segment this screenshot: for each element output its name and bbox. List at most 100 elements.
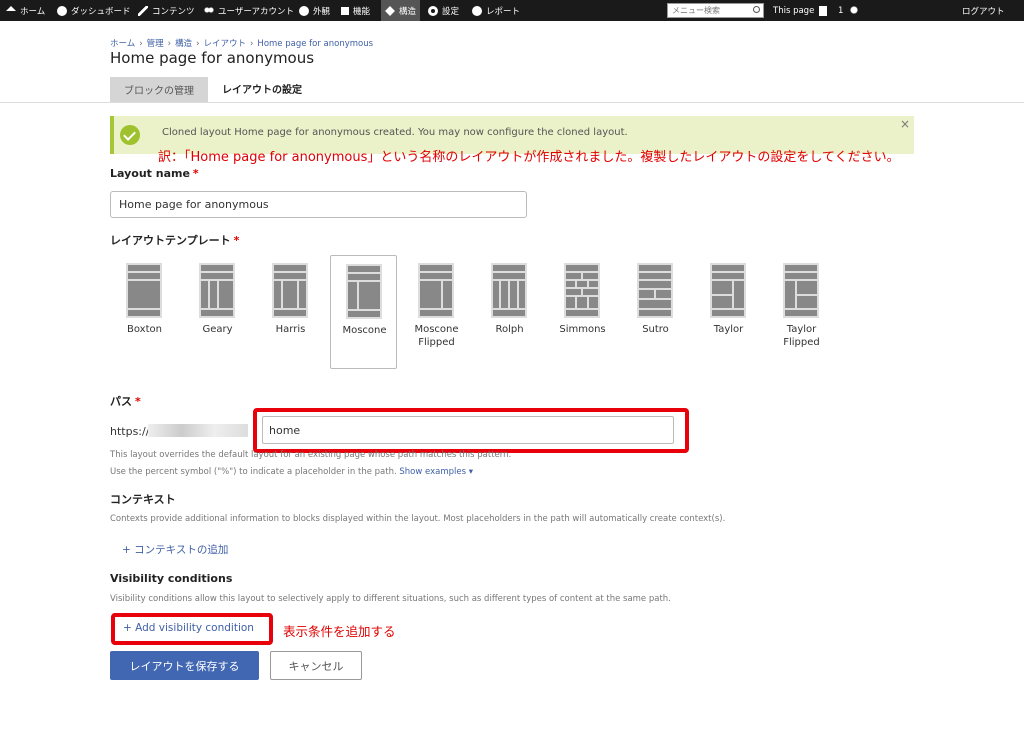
checkmark-icon (120, 125, 140, 145)
show-examples-link[interactable]: Show examples ▾ (399, 467, 473, 477)
redacted-domain (148, 424, 248, 437)
template-name: Rolph (495, 324, 524, 335)
toolbar-structure[interactable]: 構造 (381, 0, 421, 21)
template-name: Sutro (642, 324, 669, 335)
template-boxton-thumbnail (126, 263, 162, 318)
annotation-translation: 訳：「Home page for anonymous」という名称のレイアウトが作… (158, 150, 900, 165)
context-label: コンテキスト (110, 493, 176, 506)
path-highlight-box (253, 408, 689, 453)
template-geary-thumbnail (199, 263, 235, 318)
document-icon (819, 5, 828, 16)
toolbar-content[interactable]: コンテンツ (138, 0, 195, 21)
page-title: Home page for anonymous (110, 49, 315, 67)
toolbar-modules[interactable]: 機能 (341, 0, 370, 21)
template-option-taylor-flipped[interactable]: Taylor Flipped (768, 255, 835, 369)
palette-icon (299, 5, 309, 16)
search-icon[interactable] (753, 6, 760, 13)
path-prefix: https:// (110, 425, 150, 438)
add-context-link[interactable]: + コンテキストの追加 (122, 542, 228, 557)
template-option-moscone[interactable]: Moscone (330, 255, 397, 369)
template-option-sutro[interactable]: Sutro (622, 255, 689, 369)
required-mark: * (192, 167, 199, 180)
toolbar-dashboard[interactable]: ダッシュボード (57, 0, 131, 21)
info-icon (472, 5, 482, 16)
template-sutro-thumbnail (637, 263, 673, 318)
template-option-moscone-flipped[interactable]: Moscone Flipped (403, 255, 470, 369)
required-mark: * (135, 395, 141, 408)
user-count-label: 1 (838, 5, 844, 16)
template-taylor-thumbnail (710, 263, 746, 318)
layout-name-label: Layout name * (110, 167, 199, 180)
breadcrumb-layouts[interactable]: レイアウト (204, 39, 247, 49)
breadcrumb-separator: › (139, 39, 143, 49)
logout-label: ログアウト (962, 6, 1005, 17)
annotation-visibility: 表示条件を追加する (283, 624, 396, 639)
layout-name-label-text: Layout name (110, 167, 190, 180)
tab-divider (0, 102, 1024, 103)
toolbar-this-page[interactable]: This page (773, 0, 831, 21)
toolbar-users-label: ユーザーアカウント (218, 6, 294, 17)
breadcrumb-separator: › (250, 39, 254, 49)
path-help-1: This layout overrides the default layout… (110, 450, 512, 460)
toolbar-appearance[interactable]: 外観 (299, 0, 330, 21)
template-option-simmons[interactable]: Simmons (549, 255, 616, 369)
path-label-text: パス (110, 395, 132, 408)
template-name: Boxton (127, 324, 162, 335)
template-rolph-thumbnail (491, 263, 527, 318)
menu-search-input[interactable] (667, 3, 764, 18)
toolbar-appearance-label: 外観 (313, 6, 331, 17)
users-icon (204, 5, 214, 16)
breadcrumb-home[interactable]: ホーム (110, 39, 135, 49)
breadcrumb-admin[interactable]: 管理 (147, 39, 164, 49)
layout-name-input[interactable] (110, 191, 527, 218)
context-help: Contexts provide additional information … (110, 514, 726, 524)
path-label: パス * (110, 393, 141, 409)
user-icon (849, 5, 860, 16)
this-page-label: This page (773, 5, 815, 16)
toolbar-users[interactable]: ユーザーアカウント (204, 0, 294, 21)
template-name: Moscone Flipped (414, 324, 459, 348)
layers-icon (385, 5, 395, 16)
save-layout-button[interactable]: レイアウトを保存する (110, 651, 259, 680)
toolbar-structure-label: 構造 (399, 6, 417, 17)
layout-template-label: レイアウトテンプレート * (110, 232, 239, 248)
template-harris-thumbnail (272, 263, 308, 318)
tab-configure-layout[interactable]: レイアウトの設定 (208, 77, 316, 102)
toolbar-config[interactable]: 設定 (428, 0, 459, 21)
toolbar-modules-label: 機能 (353, 6, 371, 17)
gear-icon (428, 5, 438, 16)
layout-template-label-text: レイアウトテンプレート (110, 234, 231, 247)
template-name: Taylor (713, 324, 744, 335)
template-option-taylor[interactable]: Taylor (695, 255, 762, 369)
breadcrumb-current[interactable]: Home page for anonymous (257, 39, 373, 49)
puzzle-icon (341, 6, 349, 15)
template-name: Moscone (342, 325, 387, 336)
toolbar-logout[interactable]: ログアウト (962, 0, 1005, 21)
home-icon (6, 6, 16, 11)
template-option-rolph[interactable]: Rolph (476, 255, 543, 369)
tabs: ブロックの管理 レイアウトの設定 (110, 77, 316, 102)
required-mark: * (233, 234, 240, 247)
template-simmons-thumbnail (564, 263, 600, 318)
visibility-help: Visibility conditions allow this layout … (110, 594, 671, 604)
visibility-highlight-box (111, 613, 273, 645)
tab-manage-blocks[interactable]: ブロックの管理 (110, 77, 208, 102)
template-option-harris[interactable]: Harris (257, 255, 324, 369)
template-name: Harris (275, 324, 306, 335)
visibility-label: Visibility conditions (110, 572, 233, 585)
pencil-icon (138, 5, 148, 16)
toolbar-reports-label: レポート (486, 6, 521, 17)
breadcrumb-separator: › (167, 39, 172, 49)
toolbar-user-count[interactable]: 1 (838, 0, 863, 21)
cancel-button[interactable]: キャンセル (270, 651, 362, 680)
toolbar-home[interactable]: ホーム (6, 0, 45, 21)
status-text: Cloned layout Home page for anonymous cr… (162, 127, 628, 138)
toolbar-dashboard-label: ダッシュボード (71, 6, 131, 17)
toolbar-content-label: コンテンツ (152, 6, 195, 17)
template-taylor-flipped-thumbnail (783, 263, 819, 318)
toolbar-reports[interactable]: レポート (472, 0, 520, 21)
template-option-geary[interactable]: Geary (184, 255, 251, 369)
breadcrumb-structure[interactable]: 構造 (175, 39, 192, 49)
template-option-boxton[interactable]: Boxton (111, 255, 178, 369)
close-icon[interactable]: × (900, 117, 910, 131)
